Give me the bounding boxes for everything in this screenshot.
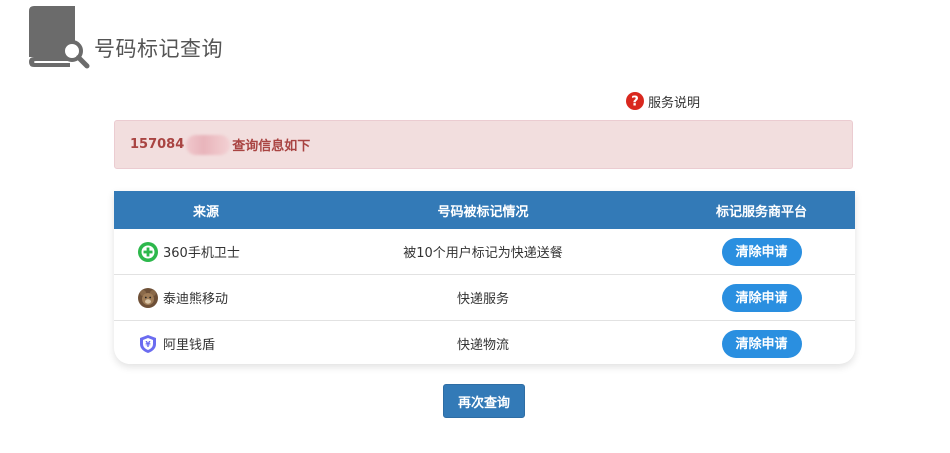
page-header: 号码标记查询: [26, 5, 426, 69]
table-row: 泰迪熊移动 快递服务 清除申请: [114, 275, 855, 321]
header-platform: 标记服务商平台: [715, 204, 807, 220]
svg-text:?: ?: [631, 95, 639, 110]
ali-shield-icon: ¥: [140, 334, 156, 353]
table-row: ¥ 阿里钱盾 快递物流 清除申请: [114, 321, 855, 364]
mark-results-table: 来源 号码被标记情况 标记服务商平台 360手机卫士 被10个用户标记为快递送餐…: [114, 191, 855, 364]
clear-request-button[interactable]: 清除申请: [721, 329, 802, 358]
page-title: 号码标记查询: [94, 37, 223, 61]
table-header: 来源 号码被标记情况 标记服务商平台: [114, 191, 855, 229]
source-name: 360手机卫士: [163, 246, 240, 261]
question-circle-icon: ?: [626, 92, 644, 110]
header-source: 来源: [192, 204, 219, 220]
book-search-icon: [29, 6, 90, 69]
mark-status: 被10个用户标记为快递送餐: [403, 246, 563, 261]
svg-text:¥: ¥: [145, 340, 151, 349]
table-row: 360手机卫士 被10个用户标记为快递送餐 清除申请: [114, 229, 855, 275]
mark-status: 快递服务: [456, 292, 509, 307]
clear-request-button[interactable]: 清除申请: [721, 237, 802, 266]
mark-status: 快递物流: [456, 338, 509, 353]
360-guard-icon: [138, 241, 158, 262]
service-help-label: 服务说明: [648, 95, 701, 111]
masked-number-blur: [186, 134, 231, 155]
teddy-bear-icon: [138, 287, 158, 308]
query-result-alert: 157084 查询信息如下: [114, 120, 853, 169]
clear-request-button[interactable]: 清除申请: [721, 283, 802, 312]
header-status: 号码被标记情况: [437, 204, 529, 220]
source-name: 泰迪熊移动: [163, 292, 229, 307]
alert-suffix: 查询信息如下: [232, 139, 311, 154]
source-name: 阿里钱盾: [163, 338, 216, 353]
queried-phone-number: 157084: [130, 137, 185, 152]
requery-button[interactable]: 再次查询: [443, 384, 525, 418]
service-help-link[interactable]: ? 服务说明: [626, 91, 700, 111]
